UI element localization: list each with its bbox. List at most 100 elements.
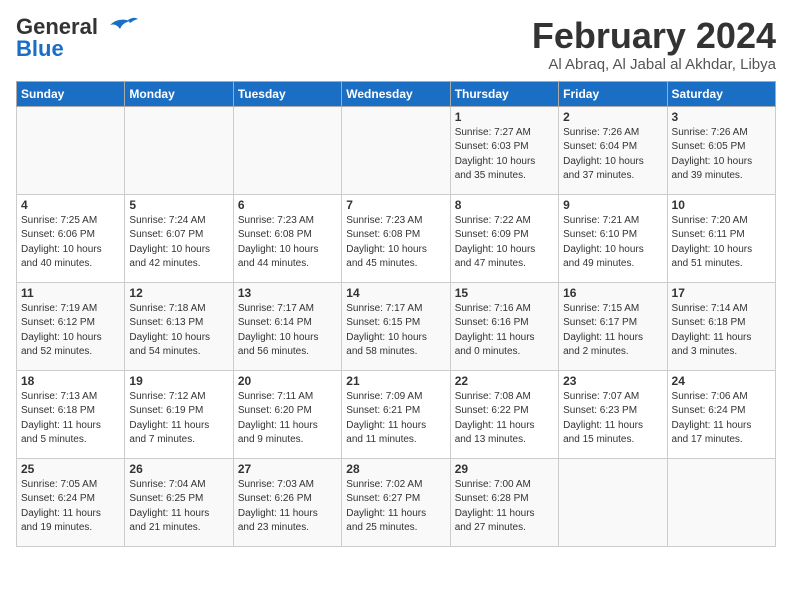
day-number: 10 [672,198,771,212]
day-detail: Sunrise: 7:03 AM Sunset: 6:26 PM Dayligh… [238,478,337,536]
calendar-cell: 1 Sunrise: 7:27 AM Sunset: 6:03 PM Daylig… [450,106,558,194]
day-number: 3 [672,110,771,124]
calendar-cell [667,458,775,546]
calendar-week-row: 4Sunrise: 7:25 AM Sunset: 6:06 PM Daylig… [17,194,776,282]
calendar-cell: 24 Sunrise: 7:06 AM Sunset: 6:24 PM Dayli… [667,370,775,458]
calendar-cell: 15 Sunrise: 7:16 AM Sunset: 6:16 PM Dayli… [450,282,558,370]
header: General Blue February 2024 Al Abraq, Al … [16,16,776,73]
logo-text: General [16,16,98,38]
weekday-header-wednesday: Wednesday [342,81,450,106]
calendar-cell: 6 Sunrise: 7:23 AM Sunset: 6:08 PM Daylig… [233,194,341,282]
day-number: 9 [563,198,662,212]
day-number: 22 [455,374,554,388]
day-detail: Sunrise: 7:26 AM Sunset: 6:05 PM Dayligh… [672,126,771,184]
calendar-subtitle: Al Abraq, Al Jabal al Akhdar, Libya [532,56,776,73]
calendar-cell: 18Sunrise: 7:13 AM Sunset: 6:18 PM Dayli… [17,370,125,458]
day-detail: Sunrise: 7:00 AM Sunset: 6:28 PM Dayligh… [455,478,554,536]
title-area: February 2024 Al Abraq, Al Jabal al Akhd… [532,16,776,73]
calendar-cell: 8Sunrise: 7:22 AM Sunset: 6:09 PM Daylig… [450,194,558,282]
day-detail: Sunrise: 7:16 AM Sunset: 6:16 PM Dayligh… [455,302,554,360]
day-number: 8 [455,198,554,212]
day-number: 11 [21,286,120,300]
day-number: 21 [346,374,445,388]
day-number: 15 [455,286,554,300]
day-number: 27 [238,462,337,476]
calendar-cell: 23 Sunrise: 7:07 AM Sunset: 6:23 PM Dayli… [559,370,667,458]
day-detail: Sunrise: 7:25 AM Sunset: 6:06 PM Dayligh… [21,214,120,272]
weekday-header-thursday: Thursday [450,81,558,106]
day-number: 6 [238,198,337,212]
day-number: 20 [238,374,337,388]
calendar-cell: 5Sunrise: 7:24 AM Sunset: 6:07 PM Daylig… [125,194,233,282]
calendar-week-row: 11 Sunrise: 7:19 AM Sunset: 6:12 PM Dayli… [17,282,776,370]
day-detail: Sunrise: 7:27 AM Sunset: 6:03 PM Dayligh… [455,126,554,184]
calendar-cell: 26 Sunrise: 7:04 AM Sunset: 6:25 PM Dayli… [125,458,233,546]
day-detail: Sunrise: 7:15 AM Sunset: 6:17 PM Dayligh… [563,302,662,360]
day-detail: Sunrise: 7:12 AM Sunset: 6:19 PM Dayligh… [129,390,228,448]
weekday-header-row: SundayMondayTuesdayWednesdayThursdayFrid… [17,81,776,106]
calendar-cell: 27 Sunrise: 7:03 AM Sunset: 6:26 PM Dayli… [233,458,341,546]
day-number: 7 [346,198,445,212]
day-number: 25 [21,462,120,476]
day-number: 14 [346,286,445,300]
day-detail: Sunrise: 7:23 AM Sunset: 6:08 PM Dayligh… [346,214,445,272]
day-detail: Sunrise: 7:11 AM Sunset: 6:20 PM Dayligh… [238,390,337,448]
day-detail: Sunrise: 7:07 AM Sunset: 6:23 PM Dayligh… [563,390,662,448]
calendar-header: SundayMondayTuesdayWednesdayThursdayFrid… [17,81,776,106]
calendar-cell: 7 Sunrise: 7:23 AM Sunset: 6:08 PM Daylig… [342,194,450,282]
calendar-cell: 9Sunrise: 7:21 AM Sunset: 6:10 PM Daylig… [559,194,667,282]
day-number: 19 [129,374,228,388]
day-number: 26 [129,462,228,476]
day-detail: Sunrise: 7:02 AM Sunset: 6:27 PM Dayligh… [346,478,445,536]
calendar-cell [342,106,450,194]
calendar-cell: 28 Sunrise: 7:02 AM Sunset: 6:27 PM Dayli… [342,458,450,546]
day-number: 23 [563,374,662,388]
calendar-cell: 22 Sunrise: 7:08 AM Sunset: 6:22 PM Dayli… [450,370,558,458]
calendar-cell: 20 Sunrise: 7:11 AM Sunset: 6:20 PM Dayli… [233,370,341,458]
weekday-header-saturday: Saturday [667,81,775,106]
calendar-title: February 2024 [532,16,776,56]
calendar-cell: 19 Sunrise: 7:12 AM Sunset: 6:19 PM Dayli… [125,370,233,458]
day-detail: Sunrise: 7:17 AM Sunset: 6:15 PM Dayligh… [346,302,445,360]
calendar-cell [233,106,341,194]
calendar-cell [559,458,667,546]
calendar-week-row: 1 Sunrise: 7:27 AM Sunset: 6:03 PM Daylig… [17,106,776,194]
calendar-cell: 4Sunrise: 7:25 AM Sunset: 6:06 PM Daylig… [17,194,125,282]
day-number: 24 [672,374,771,388]
calendar-body: 1 Sunrise: 7:27 AM Sunset: 6:03 PM Daylig… [17,106,776,546]
day-detail: Sunrise: 7:18 AM Sunset: 6:13 PM Dayligh… [129,302,228,360]
calendar-cell: 12 Sunrise: 7:18 AM Sunset: 6:13 PM Dayli… [125,282,233,370]
day-detail: Sunrise: 7:06 AM Sunset: 6:24 PM Dayligh… [672,390,771,448]
day-number: 17 [672,286,771,300]
calendar-cell: 17 Sunrise: 7:14 AM Sunset: 6:18 PM Dayli… [667,282,775,370]
calendar-cell: 16 Sunrise: 7:15 AM Sunset: 6:17 PM Dayli… [559,282,667,370]
weekday-header-sunday: Sunday [17,81,125,106]
day-number: 16 [563,286,662,300]
calendar-cell: 10 Sunrise: 7:20 AM Sunset: 6:11 PM Dayli… [667,194,775,282]
calendar-week-row: 25 Sunrise: 7:05 AM Sunset: 6:24 PM Dayli… [17,458,776,546]
calendar-week-row: 18Sunrise: 7:13 AM Sunset: 6:18 PM Dayli… [17,370,776,458]
day-number: 28 [346,462,445,476]
day-detail: Sunrise: 7:20 AM Sunset: 6:11 PM Dayligh… [672,214,771,272]
day-number: 13 [238,286,337,300]
day-detail: Sunrise: 7:08 AM Sunset: 6:22 PM Dayligh… [455,390,554,448]
day-detail: Sunrise: 7:26 AM Sunset: 6:04 PM Dayligh… [563,126,662,184]
day-number: 18 [21,374,120,388]
day-number: 29 [455,462,554,476]
day-detail: Sunrise: 7:04 AM Sunset: 6:25 PM Dayligh… [129,478,228,536]
day-detail: Sunrise: 7:19 AM Sunset: 6:12 PM Dayligh… [21,302,120,360]
day-detail: Sunrise: 7:09 AM Sunset: 6:21 PM Dayligh… [346,390,445,448]
calendar-cell: 3 Sunrise: 7:26 AM Sunset: 6:05 PM Daylig… [667,106,775,194]
calendar-table: SundayMondayTuesdayWednesdayThursdayFrid… [16,81,776,547]
day-detail: Sunrise: 7:14 AM Sunset: 6:18 PM Dayligh… [672,302,771,360]
calendar-cell: 21 Sunrise: 7:09 AM Sunset: 6:21 PM Dayli… [342,370,450,458]
day-detail: Sunrise: 7:05 AM Sunset: 6:24 PM Dayligh… [21,478,120,536]
day-number: 12 [129,286,228,300]
day-number: 1 [455,110,554,124]
calendar-cell: 13Sunrise: 7:17 AM Sunset: 6:14 PM Dayli… [233,282,341,370]
day-detail: Sunrise: 7:23 AM Sunset: 6:08 PM Dayligh… [238,214,337,272]
weekday-header-friday: Friday [559,81,667,106]
logo-bird-icon [100,15,138,35]
weekday-header-monday: Monday [125,81,233,106]
day-number: 2 [563,110,662,124]
